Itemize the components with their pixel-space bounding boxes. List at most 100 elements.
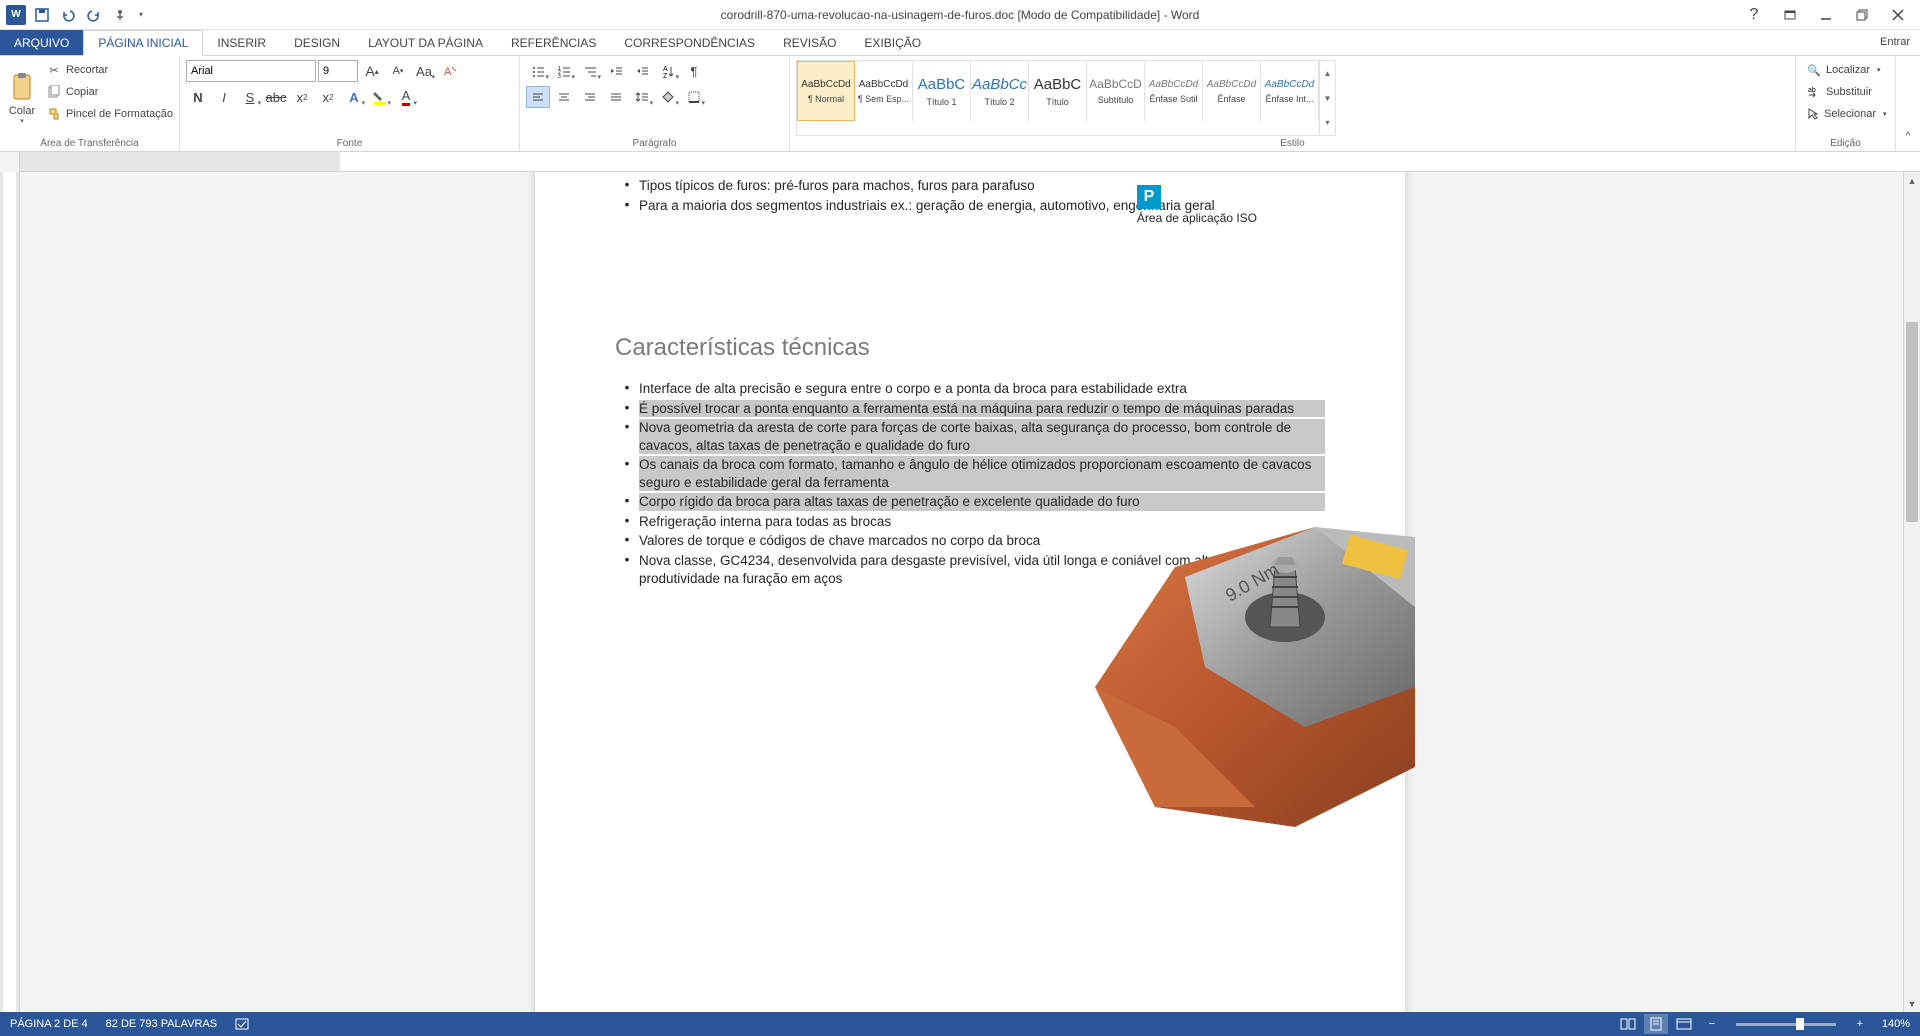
read-mode-icon[interactable]: [1616, 1014, 1640, 1034]
sort-icon[interactable]: AZ: [656, 60, 680, 82]
style-item-3[interactable]: AaBbCcTítulo 2: [971, 61, 1029, 121]
show-marks-icon[interactable]: ¶: [682, 60, 706, 82]
style-item-8[interactable]: AaBbCcDdÊnfase Int...: [1261, 61, 1319, 121]
clear-format-icon[interactable]: A: [438, 60, 462, 82]
collapse-ribbon-icon[interactable]: ^: [1896, 125, 1920, 147]
format-painter-button[interactable]: Pincel de Formatação: [42, 104, 177, 124]
signin-link[interactable]: Entrar: [1880, 36, 1910, 48]
tab-insert[interactable]: INSERIR: [203, 30, 280, 55]
tab-review[interactable]: REVISÃO: [769, 30, 850, 55]
status-page[interactable]: PÁGINA 2 DE 4: [10, 1018, 88, 1030]
status-proofing-icon[interactable]: [235, 1017, 251, 1031]
document-canvas[interactable]: •Tipos típicos de furos: pré-furos para …: [20, 172, 1920, 1012]
zoom-in-icon[interactable]: +: [1848, 1014, 1872, 1034]
font-size-input[interactable]: [318, 60, 358, 82]
touch-mode-icon[interactable]: [108, 3, 132, 27]
highlight-icon[interactable]: [368, 86, 392, 108]
bullet-icon: •: [615, 197, 639, 215]
minimize-icon[interactable]: [1812, 5, 1840, 25]
borders-icon[interactable]: [682, 86, 706, 108]
print-layout-icon[interactable]: [1644, 1014, 1668, 1034]
style-item-6[interactable]: AaBbCcDdÊnfase Sutil: [1145, 61, 1203, 121]
align-right-icon[interactable]: [578, 86, 602, 108]
decrease-indent-icon[interactable]: [604, 60, 628, 82]
status-words[interactable]: 82 DE 793 PALAVRAS: [106, 1018, 218, 1030]
underline-icon[interactable]: S: [238, 86, 262, 108]
scroll-up-icon[interactable]: ▲: [1904, 172, 1920, 189]
tab-references[interactable]: REFERÊNCIAS: [497, 30, 610, 55]
style-name: ¶ Sem Esp...: [857, 94, 910, 104]
tab-file[interactable]: ARQUIVO: [0, 30, 83, 55]
superscript-icon[interactable]: x2: [316, 86, 340, 108]
grow-font-icon[interactable]: A▴: [360, 60, 384, 82]
tab-view[interactable]: EXIBIÇÃO: [850, 30, 935, 55]
increase-indent-icon[interactable]: [630, 60, 654, 82]
styles-expand-icon[interactable]: ▾: [1320, 110, 1335, 135]
style-item-2[interactable]: AaBbCTítulo 1: [913, 61, 971, 121]
italic-icon[interactable]: I: [212, 86, 236, 108]
align-center-icon[interactable]: [552, 86, 576, 108]
tab-mailings[interactable]: CORRESPONDÊNCIAS: [610, 30, 769, 55]
horizontal-ruler[interactable]: [20, 152, 1920, 172]
tab-layout[interactable]: LAYOUT DA PÁGINA: [354, 30, 497, 55]
line-spacing-icon[interactable]: [630, 86, 654, 108]
ribbon-display-icon[interactable]: [1776, 5, 1804, 25]
zoom-slider[interactable]: [1736, 1023, 1836, 1026]
vertical-scrollbar[interactable]: ▲ ▼: [1903, 172, 1920, 1012]
justify-icon[interactable]: [604, 86, 628, 108]
tab-home[interactable]: PÁGINA INICIAL: [83, 30, 203, 56]
help-icon[interactable]: ?: [1740, 5, 1768, 25]
bold-icon[interactable]: N: [186, 86, 210, 108]
web-layout-icon[interactable]: [1672, 1014, 1696, 1034]
scroll-down-icon[interactable]: ▼: [1904, 995, 1920, 1012]
doc-heading: Características técnicas: [615, 334, 1325, 362]
bullet-icon: •: [615, 400, 639, 418]
numbering-icon[interactable]: 123: [552, 60, 576, 82]
save-icon[interactable]: [30, 3, 54, 27]
shrink-font-icon[interactable]: A▾: [386, 60, 410, 82]
shading-icon[interactable]: [656, 86, 680, 108]
style-name: Subtítulo: [1089, 95, 1142, 105]
align-left-icon[interactable]: [526, 86, 550, 108]
word-app-icon[interactable]: W: [4, 3, 28, 27]
bullets-icon[interactable]: [526, 60, 550, 82]
style-item-5[interactable]: AaBbCcDSubtítulo: [1087, 61, 1145, 121]
style-item-7[interactable]: AaBbCcDdÊnfase: [1203, 61, 1261, 121]
style-item-0[interactable]: AaBbCcDd¶ Normal: [797, 61, 855, 121]
style-item-4[interactable]: AaBbCTítulo: [1029, 61, 1087, 121]
vertical-ruler[interactable]: [0, 172, 20, 1012]
style-preview: AaBbCcDd: [1207, 79, 1256, 90]
close-icon[interactable]: [1884, 5, 1912, 25]
qat-customize-icon[interactable]: ▾: [134, 3, 148, 27]
restore-icon[interactable]: [1848, 5, 1876, 25]
styles-group-label: Estilo: [796, 136, 1789, 149]
scrollbar-thumb[interactable]: [1906, 322, 1918, 522]
styles-gallery[interactable]: AaBbCcDd¶ NormalAaBbCcDd¶ Sem Esp...AaBb…: [796, 60, 1336, 136]
find-button[interactable]: 🔍Localizar▾: [1802, 60, 1889, 80]
zoom-level[interactable]: 140%: [1882, 1018, 1910, 1030]
change-case-icon[interactable]: Aa: [412, 60, 436, 82]
font-color-icon[interactable]: A: [394, 86, 418, 108]
text-effects-icon[interactable]: A: [342, 86, 366, 108]
multilevel-icon[interactable]: [578, 60, 602, 82]
bullet-icon: •: [615, 456, 639, 491]
font-name-input[interactable]: [186, 60, 316, 82]
subscript-icon[interactable]: x2: [290, 86, 314, 108]
copy-icon: [46, 84, 62, 100]
cut-button[interactable]: ✂Recortar: [42, 60, 177, 80]
styles-scroll-down-icon[interactable]: ▼: [1320, 86, 1335, 111]
styles-scroll-up-icon[interactable]: ▲: [1320, 61, 1335, 86]
undo-icon[interactable]: [56, 3, 80, 27]
style-preview: AaBbCcDd: [801, 79, 850, 90]
paste-button[interactable]: Colar ▾: [6, 60, 38, 136]
zoom-thumb[interactable]: [1796, 1018, 1804, 1030]
style-item-1[interactable]: AaBbCcDd¶ Sem Esp...: [855, 61, 913, 121]
zoom-out-icon[interactable]: −: [1700, 1014, 1724, 1034]
redo-icon[interactable]: [82, 3, 106, 27]
tab-design[interactable]: DESIGN: [280, 30, 354, 55]
copy-button[interactable]: Copiar: [42, 82, 177, 102]
document-page[interactable]: •Tipos típicos de furos: pré-furos para …: [535, 172, 1405, 1012]
select-button[interactable]: Selecionar▾: [1802, 104, 1889, 124]
strike-icon[interactable]: abc: [264, 86, 288, 108]
replace-button[interactable]: abSubstituir: [1802, 82, 1889, 102]
